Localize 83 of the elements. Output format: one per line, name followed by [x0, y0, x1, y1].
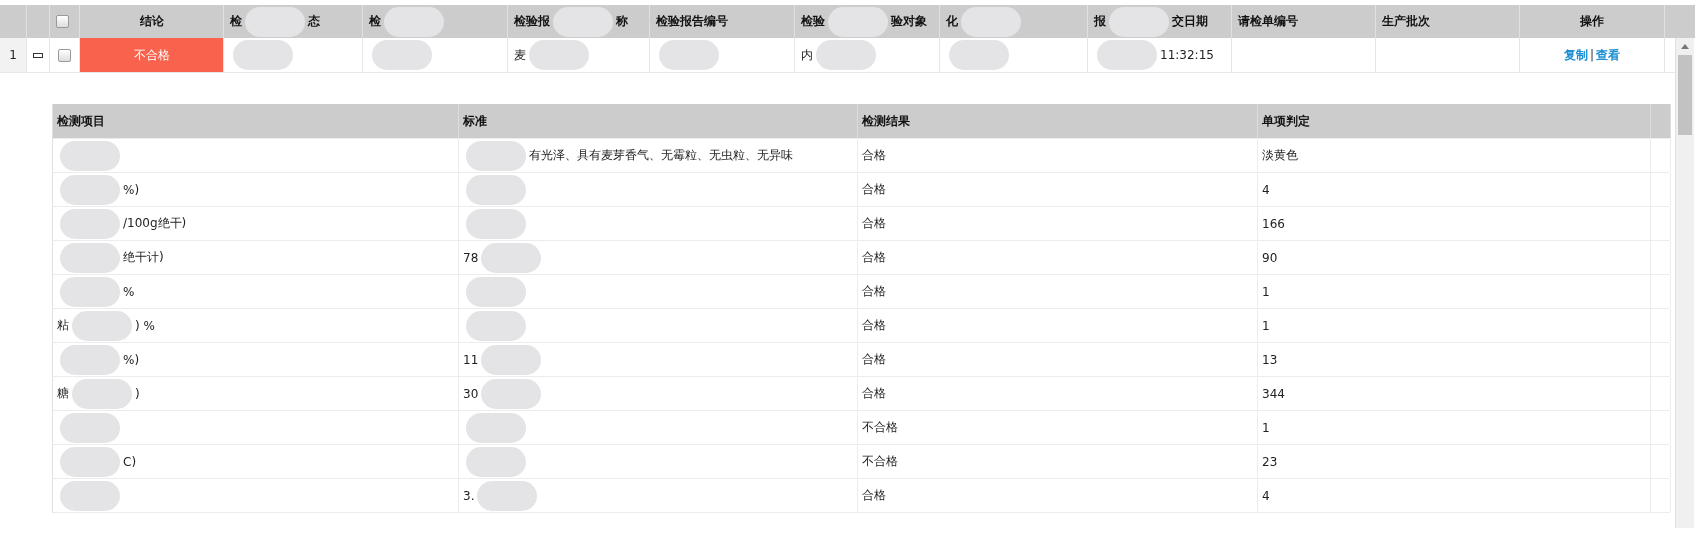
action-link[interactable]: 查看 [1596, 46, 1620, 64]
column-header: 态 [308, 13, 320, 30]
cell-text: 344 [1262, 386, 1285, 401]
checkbox[interactable] [56, 15, 69, 28]
cell-text: 合格 [862, 215, 886, 232]
cell-text: 粘 [57, 317, 69, 334]
cell-text: 合格 [862, 283, 886, 300]
cell-text: 166 [1262, 216, 1285, 231]
scrollbar[interactable] [1675, 38, 1694, 528]
column-header: 检 [230, 13, 242, 30]
cell-text: 不合格 [862, 419, 898, 436]
cell-text: 有光泽、具有麦芽香气、无霉粒、无虫粒、无异味 [529, 147, 793, 164]
blurred-area [553, 6, 613, 37]
scroll-up-icon[interactable] [1681, 44, 1689, 49]
cell-text: 1 [1262, 284, 1270, 299]
blurred-area [384, 6, 444, 37]
column-header: 报 [1094, 13, 1106, 30]
cell-text: 90 [1262, 250, 1278, 265]
cell-text: 4 [1262, 182, 1270, 197]
column-header: 请检单编号 [1238, 13, 1298, 30]
cell-text: 合格 [862, 351, 886, 368]
cell-text: 合格 [862, 181, 886, 198]
cell-text: /100g绝干) [123, 215, 187, 232]
column-header: 验对象 [891, 13, 927, 30]
cell-text: ) % [135, 318, 155, 333]
column-header: 操作 [1580, 13, 1604, 30]
column-header: 交日期 [1172, 13, 1208, 30]
cell-text: 合格 [862, 385, 886, 402]
column-header: 检测项目 [57, 112, 105, 130]
cell-text: 1 [1262, 420, 1270, 435]
checkbox[interactable] [58, 48, 71, 62]
column-header: 检测结果 [862, 112, 910, 130]
cell-text: 30 [463, 386, 479, 401]
cell-text: 不合格 [862, 453, 898, 470]
blurred-area [529, 40, 589, 70]
blurred-area [816, 40, 876, 70]
cell-text: %) [123, 352, 140, 367]
cell-text: 糖 [57, 385, 69, 402]
cell-text: 13 [1262, 352, 1278, 367]
cell-text: C) [123, 454, 137, 469]
cell-text: 1 [1262, 318, 1270, 333]
cell-text: 4 [1262, 488, 1270, 503]
column-header: 检验报告编号 [656, 13, 728, 30]
column-header: 单项判定 [1262, 112, 1310, 130]
blurred-area [659, 40, 719, 70]
cell-text: 绝干计) [123, 249, 164, 266]
blurred-area [372, 40, 432, 70]
cell-text: 合格 [862, 317, 886, 334]
column-header: 化 [946, 13, 958, 30]
cell-text: % [123, 284, 135, 299]
row-number: 1 [9, 48, 17, 62]
column-header: 检验 [801, 13, 825, 30]
collapse-icon[interactable] [33, 52, 43, 58]
cell-text: 合格 [862, 249, 886, 266]
cell-text: 78 [463, 250, 479, 265]
separator: | [1589, 48, 1594, 62]
column-header: 结论 [139, 13, 164, 30]
column-header: 检验报 [514, 13, 550, 30]
cell-text: 11:32:15 [1160, 48, 1214, 62]
cell-text: 合格 [862, 147, 886, 164]
cell-text: %) [123, 182, 140, 197]
blurred-area [961, 6, 1021, 37]
cell-text: 淡黄色 [1262, 147, 1298, 164]
blurred-area [1097, 40, 1157, 70]
action-link[interactable]: 复制 [1563, 46, 1588, 64]
cell-text: ) [135, 386, 140, 401]
cell-text: 23 [1262, 454, 1278, 469]
blurred-area [1109, 6, 1169, 37]
blurred-area [949, 40, 1009, 70]
cell-text: 内 [801, 46, 813, 64]
column-header: 标准 [463, 112, 487, 130]
cell-text: 11 [463, 352, 479, 367]
column-header: 称 [616, 13, 628, 30]
cell-text: 3. [463, 488, 475, 503]
status-cell: 不合格 [80, 38, 224, 72]
cell-text: 麦 [514, 46, 526, 64]
column-header: 生产批次 [1382, 13, 1430, 30]
blurred-area [245, 6, 305, 37]
column-header: 检 [369, 13, 381, 30]
scrollbar-thumb[interactable] [1678, 55, 1692, 135]
cell-text: 合格 [862, 487, 886, 504]
blurred-area [233, 40, 293, 70]
blurred-area [828, 6, 888, 37]
